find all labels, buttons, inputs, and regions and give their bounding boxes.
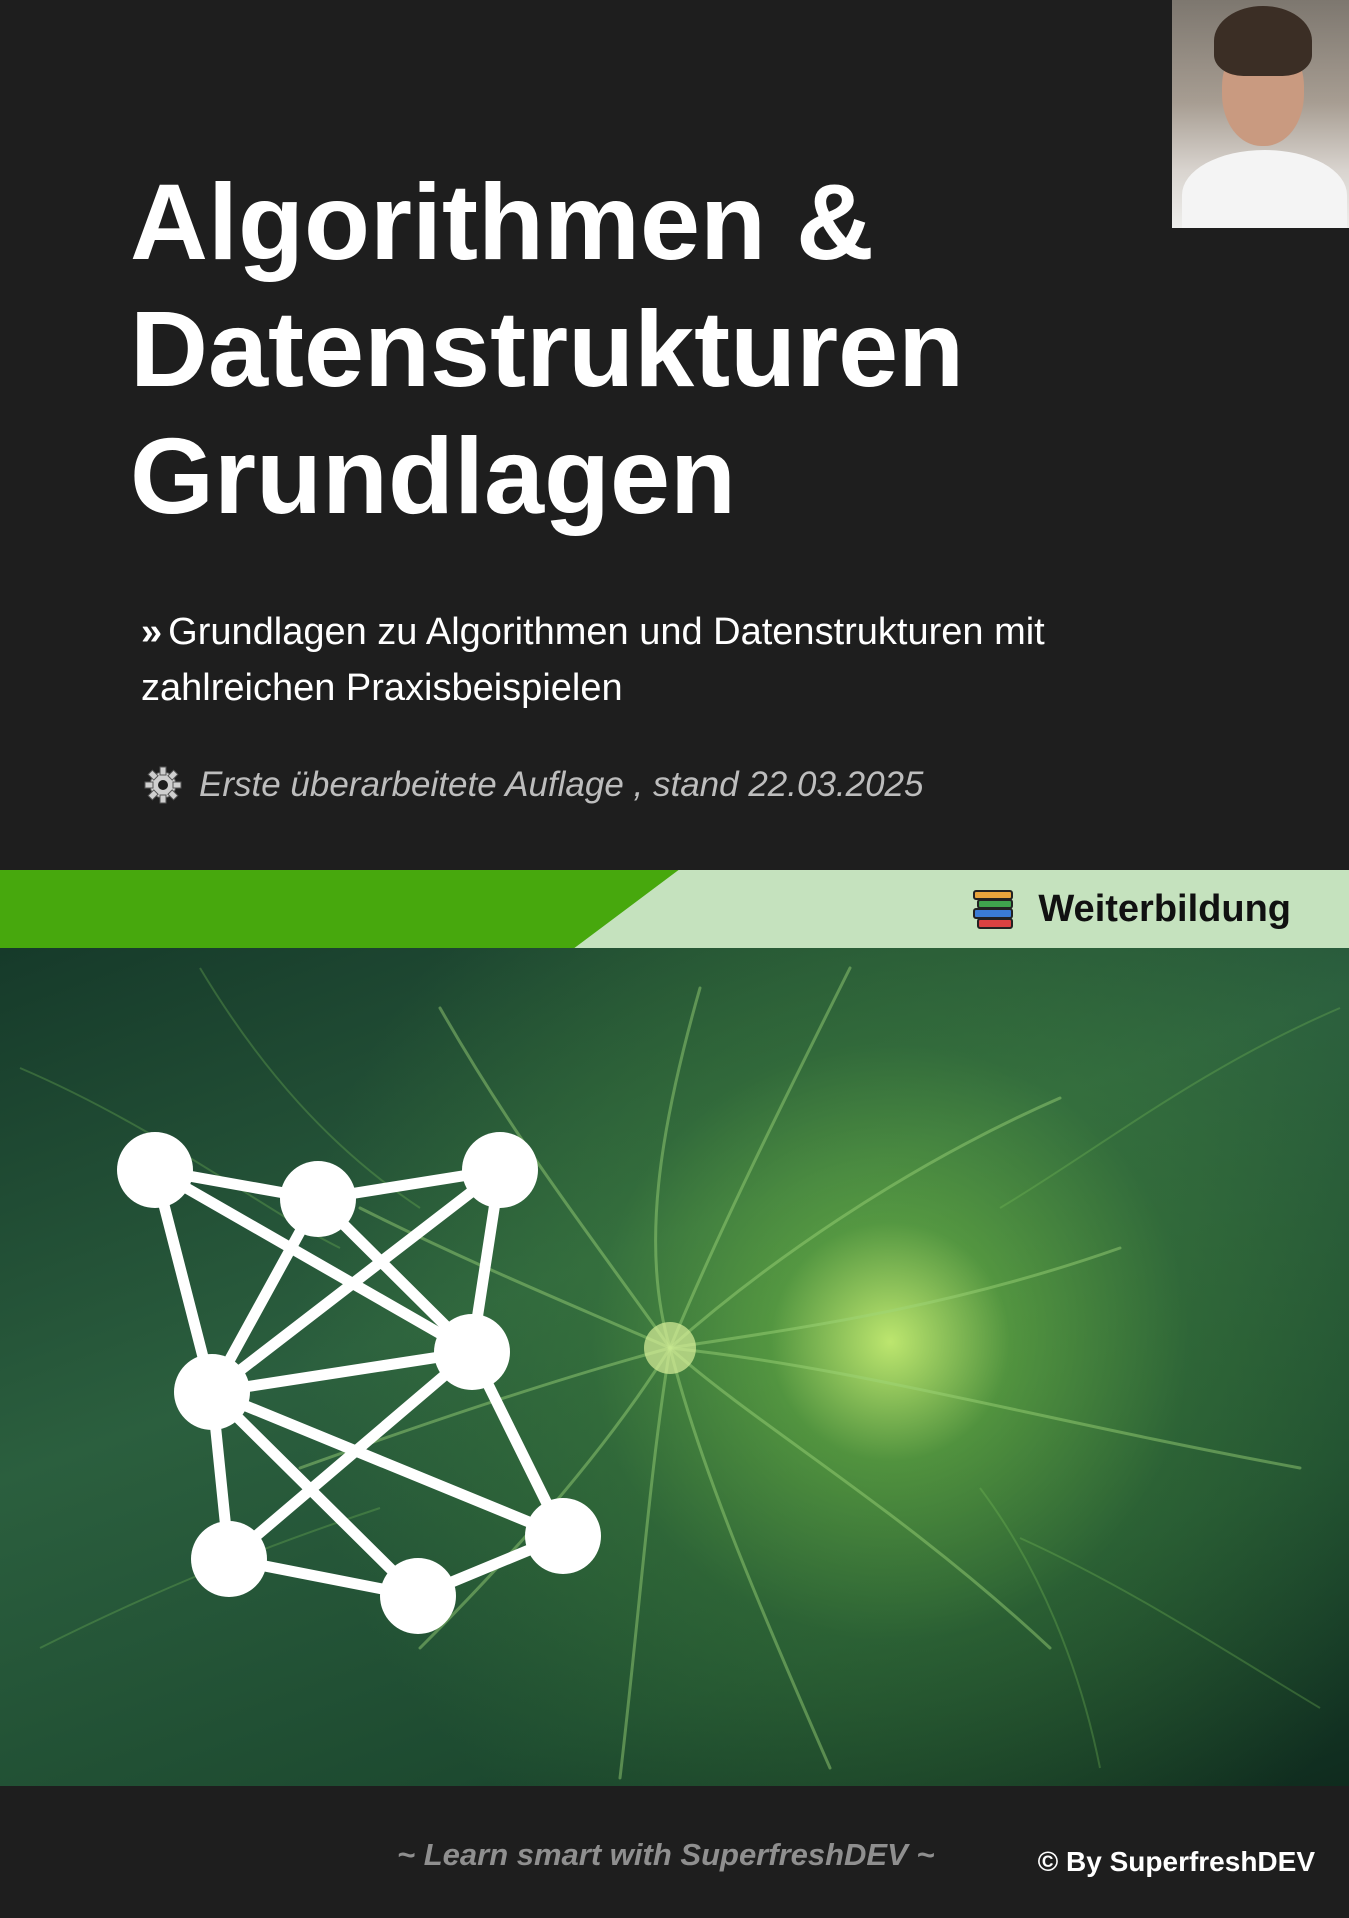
book-title: Algorithmen & Datenstrukturen Grundlagen [130, 158, 964, 539]
author-photo [1172, 0, 1349, 228]
slogan: ~ Learn smart with SuperfreshDEV ~ [397, 1837, 935, 1872]
books-icon [973, 889, 1014, 929]
title-line-1: Algorithmen & [130, 161, 874, 282]
copyright: © By SuperfreshDEV [1037, 1846, 1315, 1877]
title-line-2: Datenstrukturen [130, 288, 965, 409]
edition-info: Erste überarbeitete Auflage , stand 22.0… [143, 765, 924, 805]
gear-icon [144, 766, 182, 804]
category-text: Weiterbildung [1038, 888, 1291, 930]
accent-band [0, 870, 680, 948]
book-subtitle: » Grundlagen zu Algorithmen und Datenstru… [141, 604, 1181, 716]
subtitle-text: Grundlagen zu Algorithmen und Datenstruk… [141, 611, 1045, 709]
edition-text: Erste überarbeitete Auflage , stand 22.0… [199, 765, 924, 804]
category-label: Weiterbildung [972, 888, 1291, 931]
network-graph-icon [117, 1132, 601, 1634]
subtitle-marker: » [141, 611, 163, 653]
cover-image [0, 948, 1349, 1786]
title-line-3: Grundlagen [130, 415, 737, 536]
